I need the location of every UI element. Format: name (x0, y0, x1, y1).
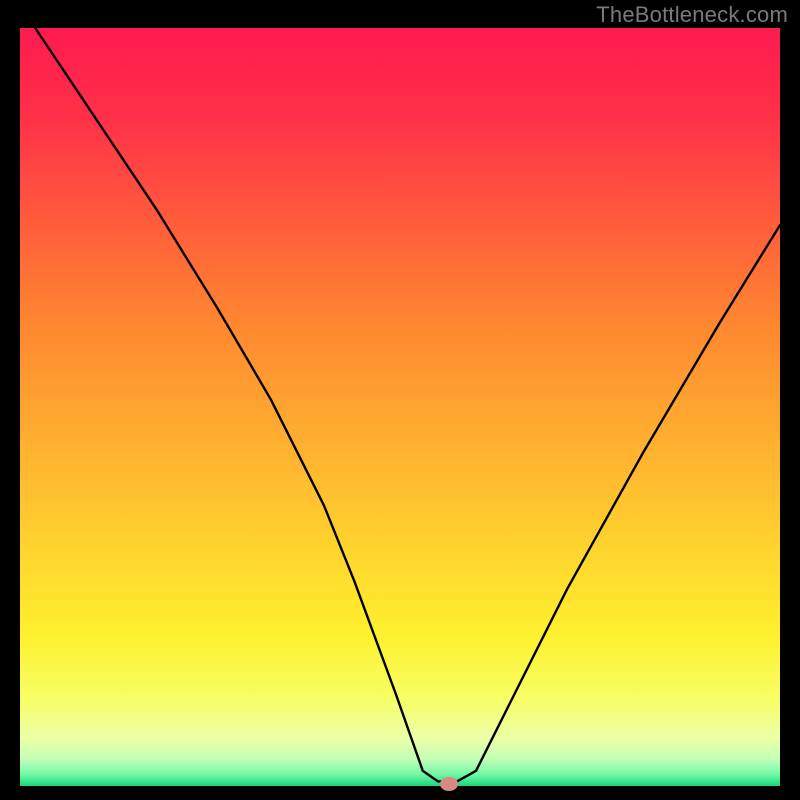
chart-container: TheBottleneck.com (0, 0, 800, 800)
plot-area (20, 28, 780, 786)
gradient-chart (20, 28, 780, 786)
gradient-background (20, 28, 780, 786)
watermark-text: TheBottleneck.com (596, 2, 788, 28)
plot-frame (20, 28, 780, 786)
optimum-marker (440, 777, 458, 791)
